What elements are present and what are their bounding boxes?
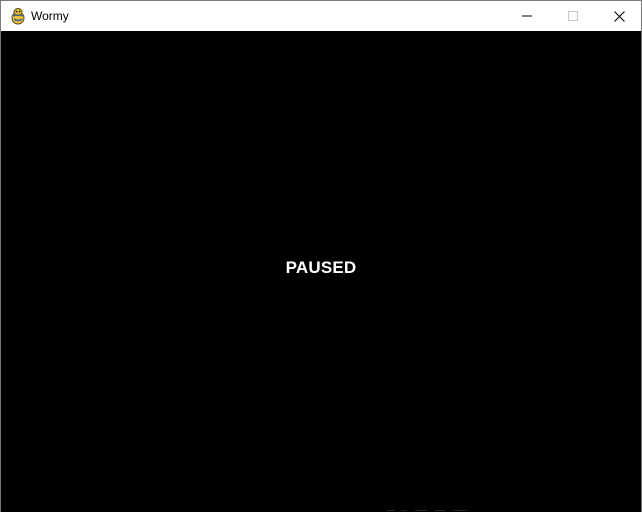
maximize-icon — [568, 11, 578, 21]
maximize-button[interactable] — [550, 1, 596, 31]
paused-label: PAUSED — [285, 258, 357, 277]
game-canvas[interactable]: PAUSED — [1, 31, 641, 512]
game-window: Wormy PAUSED — [0, 0, 642, 512]
pygame-snake-icon — [11, 8, 25, 25]
title-bar[interactable]: Wormy — [1, 0, 641, 31]
minimize-button[interactable] — [504, 1, 550, 31]
window-title: Wormy — [31, 9, 69, 23]
close-button[interactable] — [596, 1, 642, 31]
close-icon — [613, 10, 625, 22]
minimize-icon — [522, 15, 532, 17]
